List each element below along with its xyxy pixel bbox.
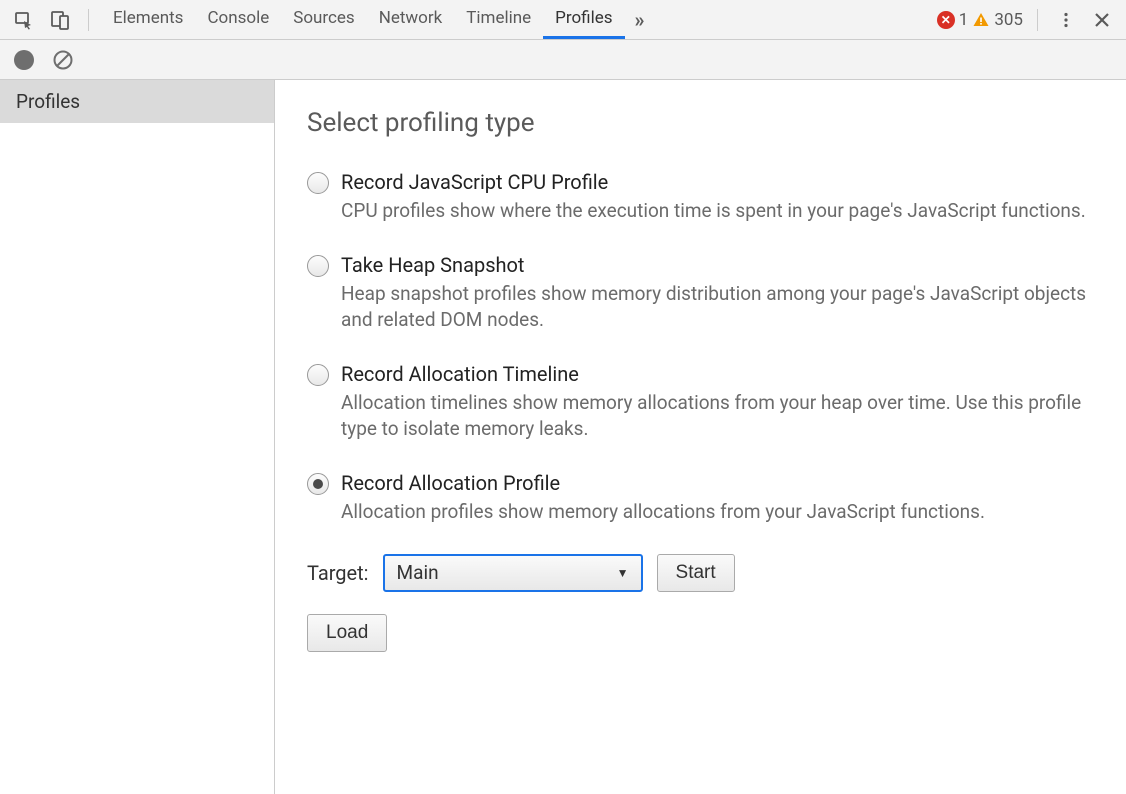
option-text: Record JavaScript CPU Profile CPU profil… [341, 170, 1094, 225]
content-title: Select profiling type [307, 108, 1094, 138]
tab-sources[interactable]: Sources [281, 0, 366, 39]
option-desc: Allocation profiles show memory allocati… [341, 499, 1094, 526]
option-text: Take Heap Snapshot Heap snapshot profile… [341, 253, 1094, 334]
toolbar-left-group [10, 6, 95, 34]
tab-label: Sources [293, 8, 354, 28]
tab-profiles[interactable]: Profiles [543, 0, 624, 39]
option-allocation-profile[interactable]: Record Allocation Profile Allocation pro… [307, 471, 1094, 526]
load-button[interactable]: Load [307, 614, 387, 652]
target-label: Target: [307, 561, 369, 585]
button-label: Load [326, 622, 368, 644]
radio-icon [307, 364, 329, 386]
target-select[interactable]: Main ▼ [383, 554, 643, 592]
error-count: 1 [959, 10, 969, 30]
error-icon: ✕ [937, 11, 955, 29]
option-heap-snapshot[interactable]: Take Heap Snapshot Heap snapshot profile… [307, 253, 1094, 334]
tab-network[interactable]: Network [367, 0, 455, 39]
target-value: Main [397, 561, 439, 584]
sidebar-item-profiles[interactable]: Profiles [0, 80, 274, 123]
option-title: Record Allocation Profile [341, 471, 1094, 495]
tab-label: Elements [113, 8, 183, 28]
radio-icon [307, 172, 329, 194]
radio-icon [307, 255, 329, 277]
tab-timeline[interactable]: Timeline [454, 0, 543, 39]
toolbar-divider [88, 9, 89, 31]
record-button[interactable] [14, 50, 34, 70]
console-status[interactable]: ✕ 1 305 [937, 10, 1023, 30]
devtools-top-toolbar: Elements Console Sources Network Timelin… [0, 0, 1126, 40]
tabs-overflow-icon[interactable]: » [625, 0, 655, 39]
tab-label: Network [379, 8, 443, 28]
option-desc: CPU profiles show where the execution ti… [341, 198, 1094, 225]
option-title: Record Allocation Timeline [341, 362, 1094, 386]
option-title: Take Heap Snapshot [341, 253, 1094, 277]
target-row: Target: Main ▼ Start [307, 554, 1094, 592]
more-menu-icon[interactable] [1052, 6, 1080, 34]
option-desc: Heap snapshot profiles show memory distr… [341, 281, 1094, 334]
option-text: Record Allocation Profile Allocation pro… [341, 471, 1094, 526]
button-label: Start [676, 562, 716, 584]
option-cpu-profile[interactable]: Record JavaScript CPU Profile CPU profil… [307, 170, 1094, 225]
radio-icon [307, 473, 329, 495]
profiles-sub-toolbar [0, 40, 1126, 80]
chevron-down-icon: ▼ [617, 566, 629, 580]
sidebar-item-label: Profiles [16, 90, 80, 113]
toolbar-divider [1037, 9, 1038, 31]
option-text: Record Allocation Timeline Allocation ti… [341, 362, 1094, 443]
option-title: Record JavaScript CPU Profile [341, 170, 1094, 194]
close-icon[interactable] [1088, 6, 1116, 34]
profiles-content: Select profiling type Record JavaScript … [275, 80, 1126, 794]
tab-label: Timeline [466, 8, 531, 28]
tab-elements[interactable]: Elements [101, 0, 195, 39]
warning-icon [972, 11, 990, 29]
tab-label: Profiles [555, 8, 612, 28]
toggle-device-icon[interactable] [46, 6, 74, 34]
warning-count: 305 [994, 10, 1023, 30]
devtools-tabs: Elements Console Sources Network Timelin… [101, 0, 655, 39]
clear-button[interactable] [52, 49, 74, 71]
start-button[interactable]: Start [657, 554, 735, 592]
main-area: Profiles Select profiling type Record Ja… [0, 80, 1126, 794]
profiles-sidebar: Profiles [0, 80, 275, 794]
option-allocation-timeline[interactable]: Record Allocation Timeline Allocation ti… [307, 362, 1094, 443]
tab-console[interactable]: Console [195, 0, 281, 39]
tab-label: Console [207, 8, 269, 28]
inspect-element-icon[interactable] [10, 6, 38, 34]
option-desc: Allocation timelines show memory allocat… [341, 390, 1094, 443]
profile-options: Record JavaScript CPU Profile CPU profil… [307, 170, 1094, 526]
toolbar-right-group: ✕ 1 305 [937, 6, 1116, 34]
